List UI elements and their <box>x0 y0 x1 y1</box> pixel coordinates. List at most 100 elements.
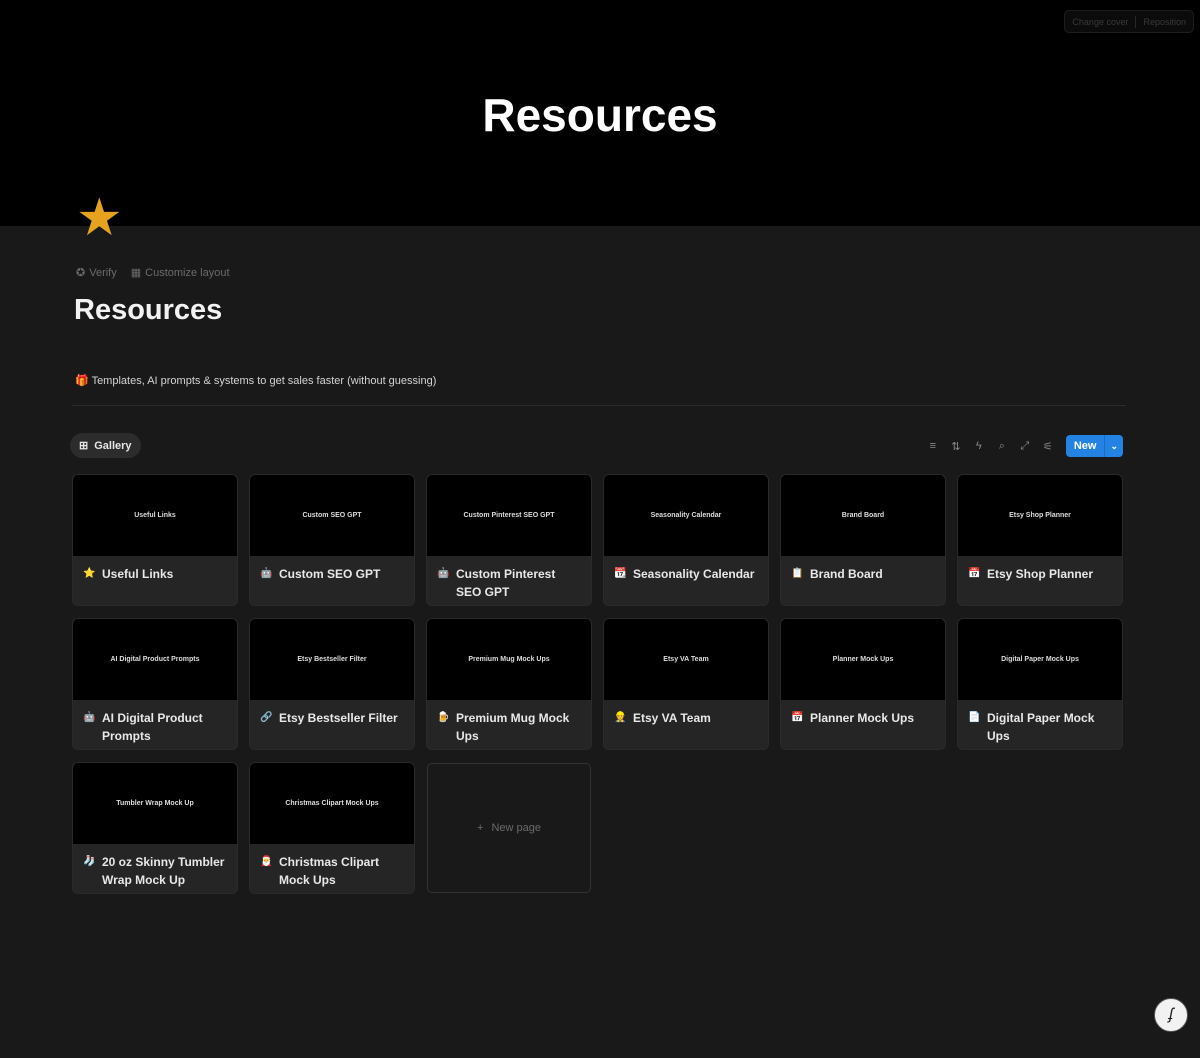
card-cover: Etsy Bestseller Filter <box>250 619 414 700</box>
card-cover: Useful Links <box>73 475 237 556</box>
card-title-text: Brand Board <box>810 567 883 581</box>
page-emoji-icon: 🧦 <box>83 856 96 867</box>
verified-badge-icon: ✪ <box>76 267 86 279</box>
page-emoji-icon: 🔗 <box>260 712 273 723</box>
chevron-down-icon[interactable]: ⌄ <box>1104 435 1123 457</box>
gallery-card[interactable]: Planner Mock Ups 📅 Planner Mock Ups <box>781 619 945 749</box>
new-button[interactable]: New ⌄ <box>1065 435 1123 457</box>
card-cover: Custom Pinterest SEO GPT <box>427 475 591 556</box>
tab-gallery[interactable]: ⊞ Gallery <box>70 433 141 458</box>
card-title: 🤖 Custom SEO GPT <box>250 556 414 592</box>
card-cover-text: Brand Board <box>841 512 885 519</box>
card-title: ⭐ Useful Links <box>73 556 237 592</box>
gallery-card[interactable]: Brand Board 📋 Brand Board <box>781 475 945 605</box>
divider <box>72 405 1126 406</box>
sort-icon[interactable]: ⇅ <box>949 440 963 453</box>
card-cover-text: Useful Links <box>134 512 176 519</box>
card-title-text: Christmas Clipart Mock Ups <box>279 855 380 887</box>
new-label: New <box>1073 440 1097 452</box>
gallery-card[interactable]: Etsy VA Team 👷 Etsy VA Team <box>604 619 768 749</box>
gallery-card[interactable]: Custom SEO GPT 🤖 Custom SEO GPT <box>250 475 414 605</box>
page-description: 🎁 Templates, AI prompts & systems to get… <box>75 374 436 387</box>
card-cover: Brand Board <box>781 475 945 556</box>
card-title: 👷 Etsy VA Team <box>604 700 768 736</box>
automation-bolt-icon[interactable]: ϟ <box>972 440 986 452</box>
customize-layout-button[interactable]: ▦ Customize layout <box>130 266 230 280</box>
settings-sliders-icon[interactable]: ⚟ <box>1041 440 1055 453</box>
search-icon[interactable]: ⌕ <box>995 440 1009 453</box>
card-title: 🔗 Etsy Bestseller Filter <box>250 700 414 736</box>
card-cover: AI Digital Product Prompts <box>73 619 237 700</box>
card-cover-text: Premium Mug Mock Ups <box>468 656 550 663</box>
gallery-card[interactable]: Seasonality Calendar 📆 Seasonality Calenda… <box>604 475 768 605</box>
description-text: Templates, AI prompts & systems to get s… <box>91 375 437 387</box>
card-cover-text: Etsy Bestseller Filter <box>297 656 367 663</box>
card-cover: Seasonality Calendar <box>604 475 768 556</box>
card-title: 🧦 20 oz Skinny Tumbler Wrap Mock Up <box>73 844 237 893</box>
gallery-card[interactable]: Christmas Clipart Mock Ups 🎅 Christmas Cli… <box>250 763 414 893</box>
help-assistant-icon[interactable]: ʄ <box>1154 998 1188 1032</box>
card-cover: Etsy VA Team <box>604 619 768 700</box>
card-title: 🤖 AI Digital Product Prompts <box>73 700 237 749</box>
star-icon[interactable]: ★ <box>76 192 123 244</box>
page-emoji-icon: 📅 <box>968 568 981 579</box>
gallery-icon: ⊞ <box>79 440 89 452</box>
verify-label: Verify <box>89 266 117 279</box>
page-emoji-icon: 🤖 <box>260 568 273 579</box>
reposition-button[interactable]: Reposition <box>1136 17 1193 27</box>
card-cover-text: Custom SEO GPT <box>302 512 362 519</box>
page-emoji-icon: 📄 <box>968 712 981 723</box>
page-emoji-icon: 📅 <box>791 712 804 723</box>
new-page-card[interactable]: + New page <box>427 763 591 893</box>
gallery-card[interactable]: Premium Mug Mock Ups 🍺 Premium Mug Mock Up… <box>427 619 591 749</box>
change-cover-button[interactable]: Change cover <box>1065 17 1135 27</box>
card-title-text: Planner Mock Ups <box>810 711 915 725</box>
expand-icon[interactable]: ⤢ <box>1018 440 1032 453</box>
gift-icon: 🎁 <box>75 375 89 387</box>
gallery-card[interactable]: Custom Pinterest SEO GPT 🤖 Custom Pinteres… <box>427 475 591 605</box>
card-cover: Tumbler Wrap Mock Up <box>73 763 237 844</box>
card-cover-text: Custom Pinterest SEO GPT <box>463 512 555 519</box>
gallery-card[interactable]: Digital Paper Mock Ups 📄 Digital Paper Moc… <box>958 619 1122 749</box>
page-emoji-icon: 📋 <box>791 568 804 579</box>
card-cover: Etsy Shop Planner <box>958 475 1122 556</box>
page-emoji-icon: ⭐ <box>83 568 96 579</box>
page-emoji-icon: 🎅 <box>260 856 273 867</box>
gallery-card[interactable]: AI Digital Product Prompts 🤖 AI Digital Pr… <box>73 619 237 749</box>
page-emoji-icon: 🤖 <box>437 568 450 579</box>
card-cover-text: Etsy Shop Planner <box>1009 512 1071 519</box>
card-cover: Custom SEO GPT <box>250 475 414 556</box>
page-meta: ✪ Verify ▦ Customize layout <box>76 266 230 280</box>
page-emoji-icon: 👷 <box>614 712 627 723</box>
page-emoji-icon: 🤖 <box>83 712 96 723</box>
card-title-text: 20 oz Skinny Tumbler Wrap Mock Up <box>102 855 225 887</box>
card-cover-text: Etsy VA Team <box>663 656 709 663</box>
card-title: 📅 Planner Mock Ups <box>781 700 945 736</box>
card-cover: Premium Mug Mock Ups <box>427 619 591 700</box>
page-emoji-icon: 📆 <box>614 568 627 579</box>
layout-icon: ▦ <box>130 267 142 279</box>
gallery-grid: Useful Links ⭐ Useful Links Custom SEO GPT 🤖… <box>73 475 1122 893</box>
card-title-text: Custom Pinterest SEO GPT <box>456 567 556 599</box>
card-title: 🎅 Christmas Clipart Mock Ups <box>250 844 414 893</box>
card-cover: Digital Paper Mock Ups <box>958 619 1122 700</box>
gallery-card[interactable]: Etsy Bestseller Filter 🔗 Etsy Bestseller F… <box>250 619 414 749</box>
card-title-text: Seasonality Calendar <box>633 567 755 581</box>
filter-icon[interactable]: ≡ <box>926 440 940 452</box>
card-cover: Planner Mock Ups <box>781 619 945 700</box>
customize-label: Customize layout <box>145 266 230 279</box>
card-title: 📆 Seasonality Calendar <box>604 556 768 592</box>
page-title[interactable]: Resources <box>74 294 222 327</box>
new-page-label: New page <box>491 822 541 834</box>
verify-button[interactable]: ✪ Verify <box>76 266 117 280</box>
page-cover: Resources Change cover Reposition <box>0 0 1200 226</box>
card-cover-text: Planner Mock Ups <box>832 656 894 663</box>
gallery-card[interactable]: Useful Links ⭐ Useful Links <box>73 475 237 605</box>
card-title-text: Etsy Bestseller Filter <box>279 711 398 725</box>
card-cover-text: Digital Paper Mock Ups <box>1001 656 1079 663</box>
card-title-text: Useful Links <box>102 567 174 581</box>
gallery-card[interactable]: Tumbler Wrap Mock Up 🧦 20 oz Skinny Tumble… <box>73 763 237 893</box>
page-emoji-icon: 🍺 <box>437 712 450 723</box>
gallery-card[interactable]: Etsy Shop Planner 📅 Etsy Shop Planner <box>958 475 1122 605</box>
cover-title: Resources <box>482 89 718 141</box>
